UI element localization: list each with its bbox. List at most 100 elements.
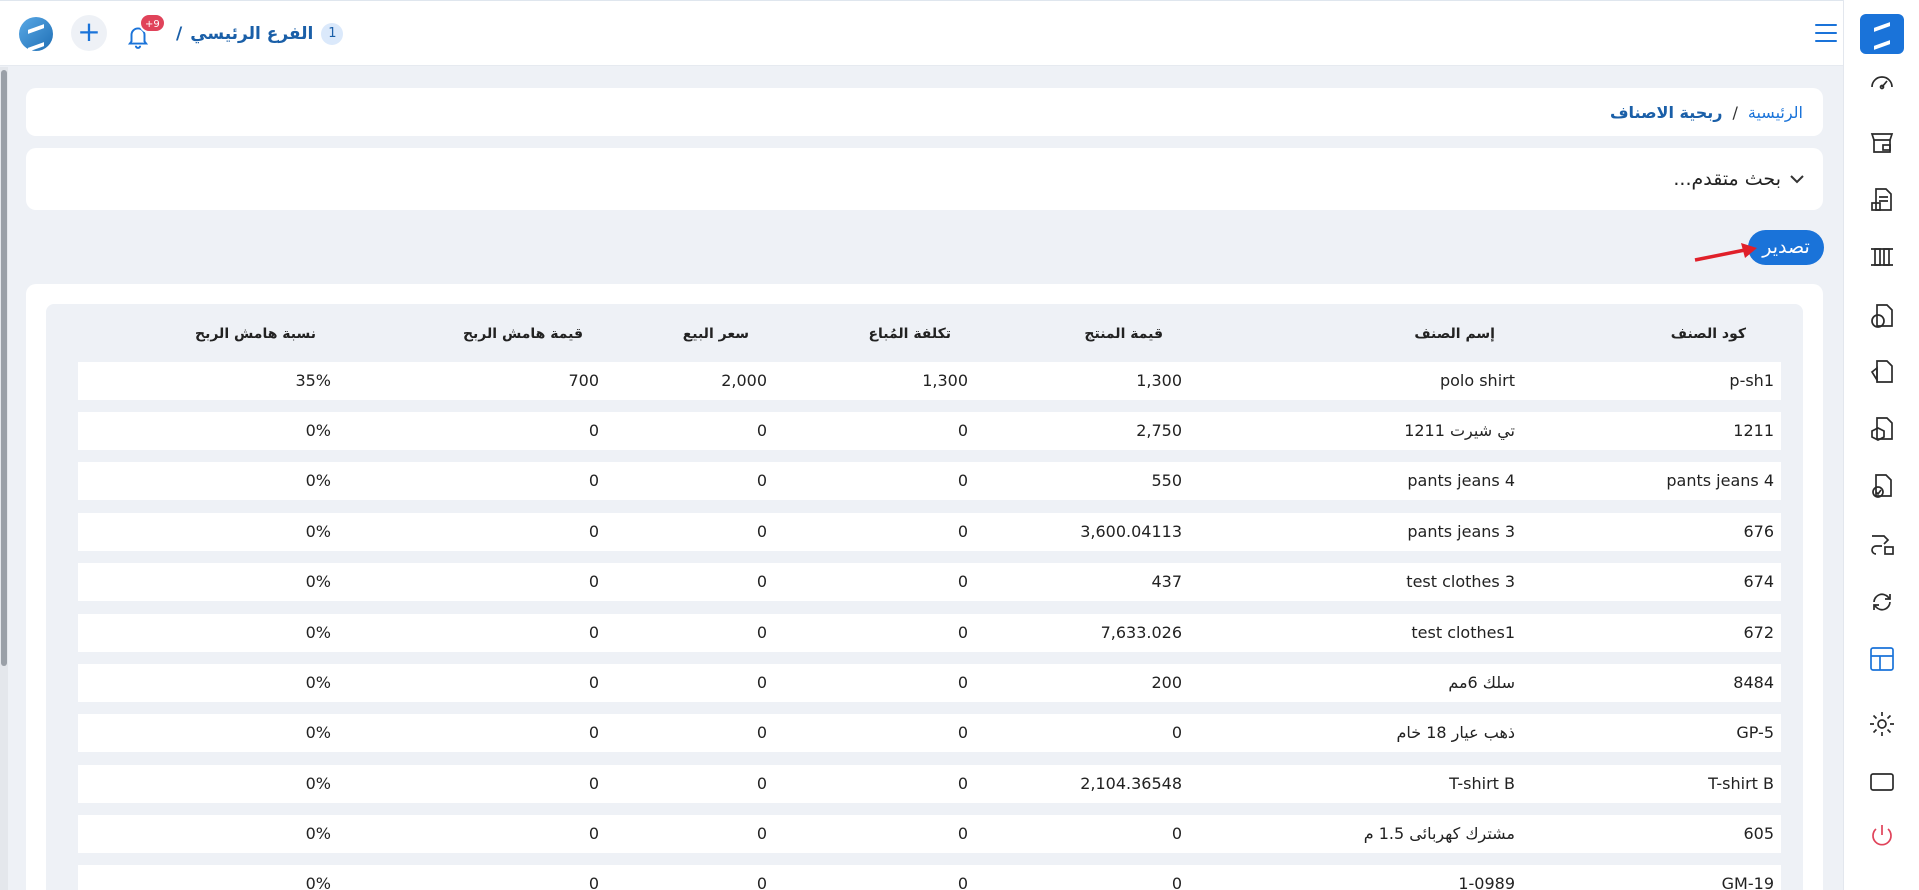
approved-doc-icon[interactable]: [1868, 472, 1896, 500]
cell-cost-of-sold: 0: [957, 673, 968, 692]
reports-icon[interactable]: [1868, 645, 1896, 673]
cell-product-value: 2,104.36548: [1080, 774, 1182, 793]
table-row[interactable]: 674 test clothes 3 437 0 0 0 0%: [78, 563, 1781, 601]
breadcrumb-separator: /: [1732, 102, 1738, 122]
invoice-icon[interactable]: [1868, 186, 1896, 214]
cell-profit-margin-value: 0: [588, 874, 599, 890]
settings-icon[interactable]: [1868, 710, 1896, 738]
cell-item-name: test clothes 3: [1406, 572, 1515, 591]
cell-cost-of-sold: 0: [957, 421, 968, 440]
screen-icon[interactable]: [1868, 768, 1896, 796]
cell-product-value: 3,600.04113: [1080, 522, 1182, 541]
cell-profit-margin-percent: 0%: [305, 471, 331, 490]
branch-separator: /: [176, 24, 183, 44]
header-item-code: كود الصنف: [1670, 326, 1746, 342]
items-profit-table: كود الصنف إسم الصنف قيمة المنتج تكلفة ال…: [46, 304, 1803, 890]
page-scrollbar[interactable]: [0, 67, 8, 890]
cell-profit-margin-value: 0: [588, 774, 599, 793]
columns-icon[interactable]: [1868, 243, 1896, 271]
cell-item-name: 1-0989: [1458, 874, 1515, 890]
cell-profit-margin-percent: 0%: [305, 522, 331, 541]
cell-product-value: 437: [1151, 572, 1182, 591]
sidebar-logo[interactable]: [1860, 14, 1904, 54]
breadcrumb: الرئيسية / ربحية الاصناف: [1610, 88, 1803, 136]
cell-item-code: 8484: [1733, 673, 1774, 692]
cell-cost-of-sold: 1,300: [922, 371, 968, 390]
header-sale-price: سعر البيع: [682, 326, 749, 342]
cell-sale-price: 0: [756, 522, 767, 541]
breadcrumb-card: الرئيسية / ربحية الاصناف: [26, 88, 1823, 136]
breadcrumb-current: ربحية الاصناف: [1609, 102, 1723, 122]
box-doc-icon[interactable]: [1868, 415, 1896, 443]
document-icon[interactable]: [1868, 358, 1896, 386]
cell-cost-of-sold: 0: [957, 572, 968, 591]
notification-badge: +9: [139, 13, 166, 33]
cell-item-name: مشترك كهربائى 1.5 م: [1363, 824, 1515, 843]
branch-name: الفرع الرئيسي: [190, 24, 314, 44]
cell-item-code: 605: [1743, 824, 1774, 843]
cell-item-name: ذهب عيار 18 خام: [1396, 723, 1515, 742]
table-row[interactable]: 8484 سلك 6مم 200 0 0 0 0%: [78, 664, 1781, 702]
sync-icon[interactable]: [1868, 588, 1896, 616]
cell-profit-margin-value: 0: [588, 673, 599, 692]
header-cost-of-sold: تكلفة المُباع: [868, 326, 951, 342]
cell-item-name: polo shirt: [1439, 371, 1515, 390]
cell-profit-margin-percent: 0%: [305, 572, 331, 591]
notifications-button[interactable]: +9: [125, 13, 166, 51]
cell-sale-price: 0: [756, 471, 767, 490]
cell-sale-price: 2,000: [721, 371, 767, 390]
advanced-search-toggle[interactable]: بحث متقدم...: [1673, 148, 1805, 210]
cell-profit-margin-value: 0: [588, 824, 599, 843]
red-arrow-annotation: [1694, 243, 1757, 262]
table-row[interactable]: 672 test clothes1 7,633.026 0 0 0 0%: [78, 614, 1781, 652]
cell-product-value: 0: [1171, 824, 1182, 843]
header-item-name: إسم الصنف: [1414, 326, 1495, 342]
cell-profit-margin-value: 0: [588, 723, 599, 742]
cell-profit-margin-value: 0: [588, 623, 599, 642]
money-icon[interactable]: [1868, 302, 1896, 330]
cell-sale-price: 0: [756, 673, 767, 692]
cell-profit-margin-percent: 0%: [305, 673, 331, 692]
chevron-down-icon: [1790, 175, 1804, 184]
cell-cost-of-sold: 0: [957, 623, 968, 642]
table-row[interactable]: 1211 تي شيرت 1211 2,750 0 0 0 0%: [78, 412, 1781, 450]
add-button[interactable]: +: [71, 15, 107, 51]
cell-cost-of-sold: 0: [957, 874, 968, 890]
cell-item-name: pants jeans 3: [1407, 522, 1515, 541]
cell-profit-margin-value: 0: [588, 572, 599, 591]
table-row[interactable]: p-sh1 polo shirt 1,300 1,300 2,000 700 3…: [78, 362, 1781, 400]
table-row[interactable]: GM-19 1-0989 0 0 0 0 0%: [78, 865, 1781, 890]
cell-product-value: 550: [1151, 471, 1182, 490]
cell-sale-price: 0: [756, 572, 767, 591]
table-header: كود الصنف إسم الصنف قيمة المنتج تكلفة ال…: [46, 304, 1803, 360]
dashboard-icon[interactable]: [1868, 68, 1896, 96]
branch-selector[interactable]: 1 الفرع الرئيسي /: [176, 20, 344, 48]
cell-cost-of-sold: 0: [957, 471, 968, 490]
cell-item-name: test clothes1: [1411, 623, 1515, 642]
breadcrumb-home-link[interactable]: الرئيسية: [1748, 103, 1803, 122]
transfer-icon[interactable]: [1868, 530, 1896, 558]
top-bar: + +9 1 الفرع الرئيسي /: [0, 0, 1919, 66]
scrollbar-thumb[interactable]: [1, 70, 7, 666]
table-row[interactable]: 676 pants jeans 3 3,600.04113 0 0 0 0%: [78, 513, 1781, 551]
cell-profit-margin-percent: 0%: [305, 874, 331, 890]
cell-item-code: pants jeans 4: [1666, 471, 1774, 490]
menu-toggle-icon[interactable]: [1815, 24, 1837, 42]
cell-cost-of-sold: 0: [957, 774, 968, 793]
cell-item-code: T-shirt B: [1708, 774, 1774, 793]
table-row[interactable]: T-shirt B T-shirt B 2,104.36548 0 0 0 0%: [78, 765, 1781, 803]
store-icon[interactable]: [1868, 128, 1896, 156]
header-profit-margin-value: قيمة هامش الربح: [462, 326, 583, 342]
cell-product-value: 0: [1171, 874, 1182, 890]
table-row[interactable]: GP-5 ذهب عيار 18 خام 0 0 0 0 0%: [78, 714, 1781, 752]
table-row[interactable]: pants jeans 4 pants jeans 4 550 0 0 0 0%: [78, 462, 1781, 500]
app-logo[interactable]: [19, 17, 53, 51]
export-button[interactable]: تصدير: [1748, 230, 1824, 265]
cell-profit-margin-value: 0: [588, 522, 599, 541]
table-row[interactable]: 605 مشترك كهربائى 1.5 م 0 0 0 0 0%: [78, 815, 1781, 853]
cell-sale-price: 0: [756, 723, 767, 742]
power-icon[interactable]: [1868, 822, 1896, 850]
cell-sale-price: 0: [756, 623, 767, 642]
header-product-value: قيمة المنتج: [1084, 326, 1163, 342]
cell-item-name: تي شيرت 1211: [1404, 421, 1515, 440]
